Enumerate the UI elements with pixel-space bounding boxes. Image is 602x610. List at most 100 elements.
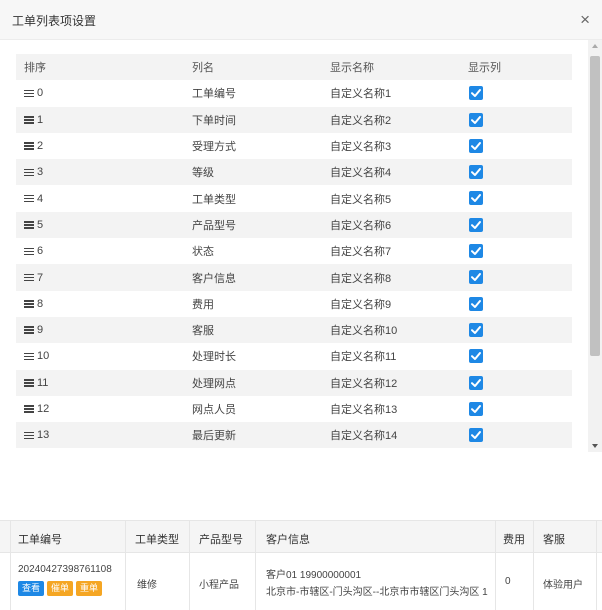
sort-cell[interactable]: 8 — [24, 298, 43, 310]
drag-handle-icon[interactable] — [24, 430, 34, 441]
scroll-thumb[interactable] — [590, 56, 600, 356]
table-row[interactable]: 12 网点人员 自定义名称13 — [16, 396, 572, 422]
drag-handle-icon[interactable] — [24, 378, 34, 389]
fee-value: 0 — [505, 576, 511, 587]
drag-handle-icon[interactable] — [24, 167, 34, 178]
display-name[interactable]: 自定义名称10 — [330, 322, 397, 338]
preview-header-fee: 费用 — [503, 534, 525, 546]
drag-handle-icon[interactable] — [24, 88, 34, 99]
sort-cell[interactable]: 1 — [24, 114, 43, 126]
table-row[interactable]: 10 处理时长 自定义名称11 — [16, 343, 572, 369]
display-name[interactable]: 自定义名称8 — [330, 270, 391, 286]
display-name[interactable]: 自定义名称6 — [330, 217, 391, 233]
table-row[interactable]: 11 处理网点 自定义名称12 — [16, 369, 572, 396]
table-row[interactable]: 0 工单编号 自定义名称1 — [16, 80, 572, 106]
display-name[interactable]: 自定义名称4 — [330, 164, 391, 180]
drag-handle-icon[interactable] — [24, 246, 34, 257]
table-row[interactable]: 5 产品型号 自定义名称6 — [16, 211, 572, 239]
show-column-checkbox[interactable] — [469, 138, 483, 153]
column-name: 产品型号 — [192, 219, 236, 232]
show-column-checkbox[interactable] — [469, 401, 483, 416]
drag-handle-icon[interactable] — [24, 272, 34, 283]
show-column-checkbox[interactable] — [469, 322, 483, 337]
display-name[interactable]: 自定义名称14 — [330, 427, 397, 443]
show-column-checkbox[interactable] — [469, 86, 483, 101]
preview-header-service: 客服 — [543, 534, 565, 546]
table-row[interactable]: 13 最后更新 自定义名称14 — [16, 422, 572, 449]
table-row[interactable]: 7 客户信息 自定义名称8 — [16, 264, 572, 291]
check-icon — [471, 247, 481, 256]
urge-button[interactable]: 催单 — [47, 581, 74, 596]
display-name[interactable]: 自定义名称11 — [330, 348, 396, 364]
column-name: 费用 — [192, 298, 214, 311]
drag-handle-icon[interactable] — [24, 193, 34, 204]
table-header-row: 排序 列名 显示名称 显示列 — [16, 54, 572, 81]
table-row[interactable]: 2 受理方式 自定义名称3 — [16, 133, 572, 159]
display-name[interactable]: 自定义名称9 — [330, 296, 391, 312]
table-row[interactable]: 9 客服 自定义名称10 — [16, 316, 572, 344]
sort-cell[interactable]: 6 — [24, 245, 43, 257]
scroll-up-arrow-icon[interactable] — [592, 44, 598, 48]
display-name[interactable]: 自定义名称1 — [330, 85, 391, 101]
sort-cell[interactable]: 12 — [24, 403, 49, 415]
display-name[interactable]: 自定义名称12 — [330, 375, 397, 391]
display-name[interactable]: 自定义名称13 — [330, 401, 397, 417]
sort-cell[interactable]: 7 — [24, 272, 43, 284]
drag-handle-icon[interactable] — [24, 115, 34, 126]
drag-handle-icon[interactable] — [24, 325, 34, 336]
close-icon[interactable]: × — [580, 11, 590, 28]
check-icon — [471, 89, 481, 98]
show-column-checkbox[interactable] — [469, 244, 483, 259]
drag-handle-icon[interactable] — [24, 351, 34, 362]
sort-cell[interactable]: 11 — [24, 377, 48, 389]
table-row[interactable]: 3 等级 自定义名称4 — [16, 159, 572, 186]
display-name[interactable]: 自定义名称7 — [330, 243, 391, 259]
drag-handle-icon[interactable] — [24, 299, 34, 310]
display-name[interactable]: 自定义名称2 — [330, 112, 391, 128]
column-settings-panel: 排序 列名 显示名称 显示列 0 工单编号 自定义名称1 1 下单时间 自定义名称2 2 受理… — [0, 40, 602, 452]
sort-cell[interactable]: 10 — [24, 350, 49, 362]
show-column-checkbox[interactable] — [469, 191, 483, 206]
show-column-checkbox[interactable] — [469, 217, 483, 232]
table-row: 20240427398761108 查看 催单 重单 维修 小程产品 客户01 … — [0, 553, 602, 610]
sort-cell[interactable]: 5 — [24, 219, 43, 231]
show-column-checkbox[interactable] — [469, 112, 483, 127]
table-row[interactable]: 8 费用 自定义名称9 — [16, 291, 572, 317]
sort-cell[interactable]: 0 — [24, 87, 43, 99]
sort-cell[interactable]: 2 — [24, 140, 43, 152]
row-actions: 查看 催单 重单 — [18, 581, 103, 596]
header-show: 显示列 — [468, 62, 501, 75]
customer-line-2: 北京市-市辖区-门头沟区--北京市市辖区门头沟区 1 — [266, 587, 488, 598]
resend-button[interactable]: 重单 — [76, 581, 103, 596]
show-column-checkbox[interactable] — [469, 270, 483, 285]
show-column-checkbox[interactable] — [469, 349, 483, 364]
scroll-down-arrow-icon[interactable] — [592, 444, 598, 448]
table-row[interactable]: 6 状态 自定义名称7 — [16, 238, 572, 264]
sort-cell[interactable]: 4 — [24, 193, 43, 205]
scrollbar[interactable] — [588, 40, 602, 452]
display-name[interactable]: 自定义名称3 — [330, 138, 391, 154]
table-row[interactable]: 4 工单类型 自定义名称5 — [16, 185, 572, 211]
check-icon — [471, 431, 481, 440]
check-icon — [471, 273, 481, 282]
sort-index: 0 — [37, 87, 44, 100]
customer-line-1: 客户01 19900000001 — [266, 570, 362, 581]
show-column-checkbox[interactable] — [469, 428, 483, 443]
table-row[interactable]: 1 下单时间 自定义名称2 — [16, 106, 572, 133]
column-name: 工单编号 — [192, 88, 236, 101]
show-column-checkbox[interactable] — [469, 375, 483, 390]
preview-header-row: 工单编号 工单类型 产品型号 客户信息 费用 客服 — [0, 520, 602, 553]
sort-index: 7 — [37, 271, 44, 284]
sort-index: 2 — [37, 140, 44, 153]
sort-cell[interactable]: 3 — [24, 166, 43, 178]
drag-handle-icon[interactable] — [24, 404, 34, 415]
view-button[interactable]: 查看 — [18, 581, 45, 596]
drag-handle-icon[interactable] — [24, 220, 34, 231]
display-name[interactable]: 自定义名称5 — [330, 191, 391, 207]
sort-cell[interactable]: 9 — [24, 324, 43, 336]
sort-cell[interactable]: 13 — [24, 429, 49, 441]
column-name: 状态 — [192, 246, 214, 259]
show-column-checkbox[interactable] — [469, 296, 483, 311]
show-column-checkbox[interactable] — [469, 165, 483, 180]
drag-handle-icon[interactable] — [24, 141, 34, 152]
